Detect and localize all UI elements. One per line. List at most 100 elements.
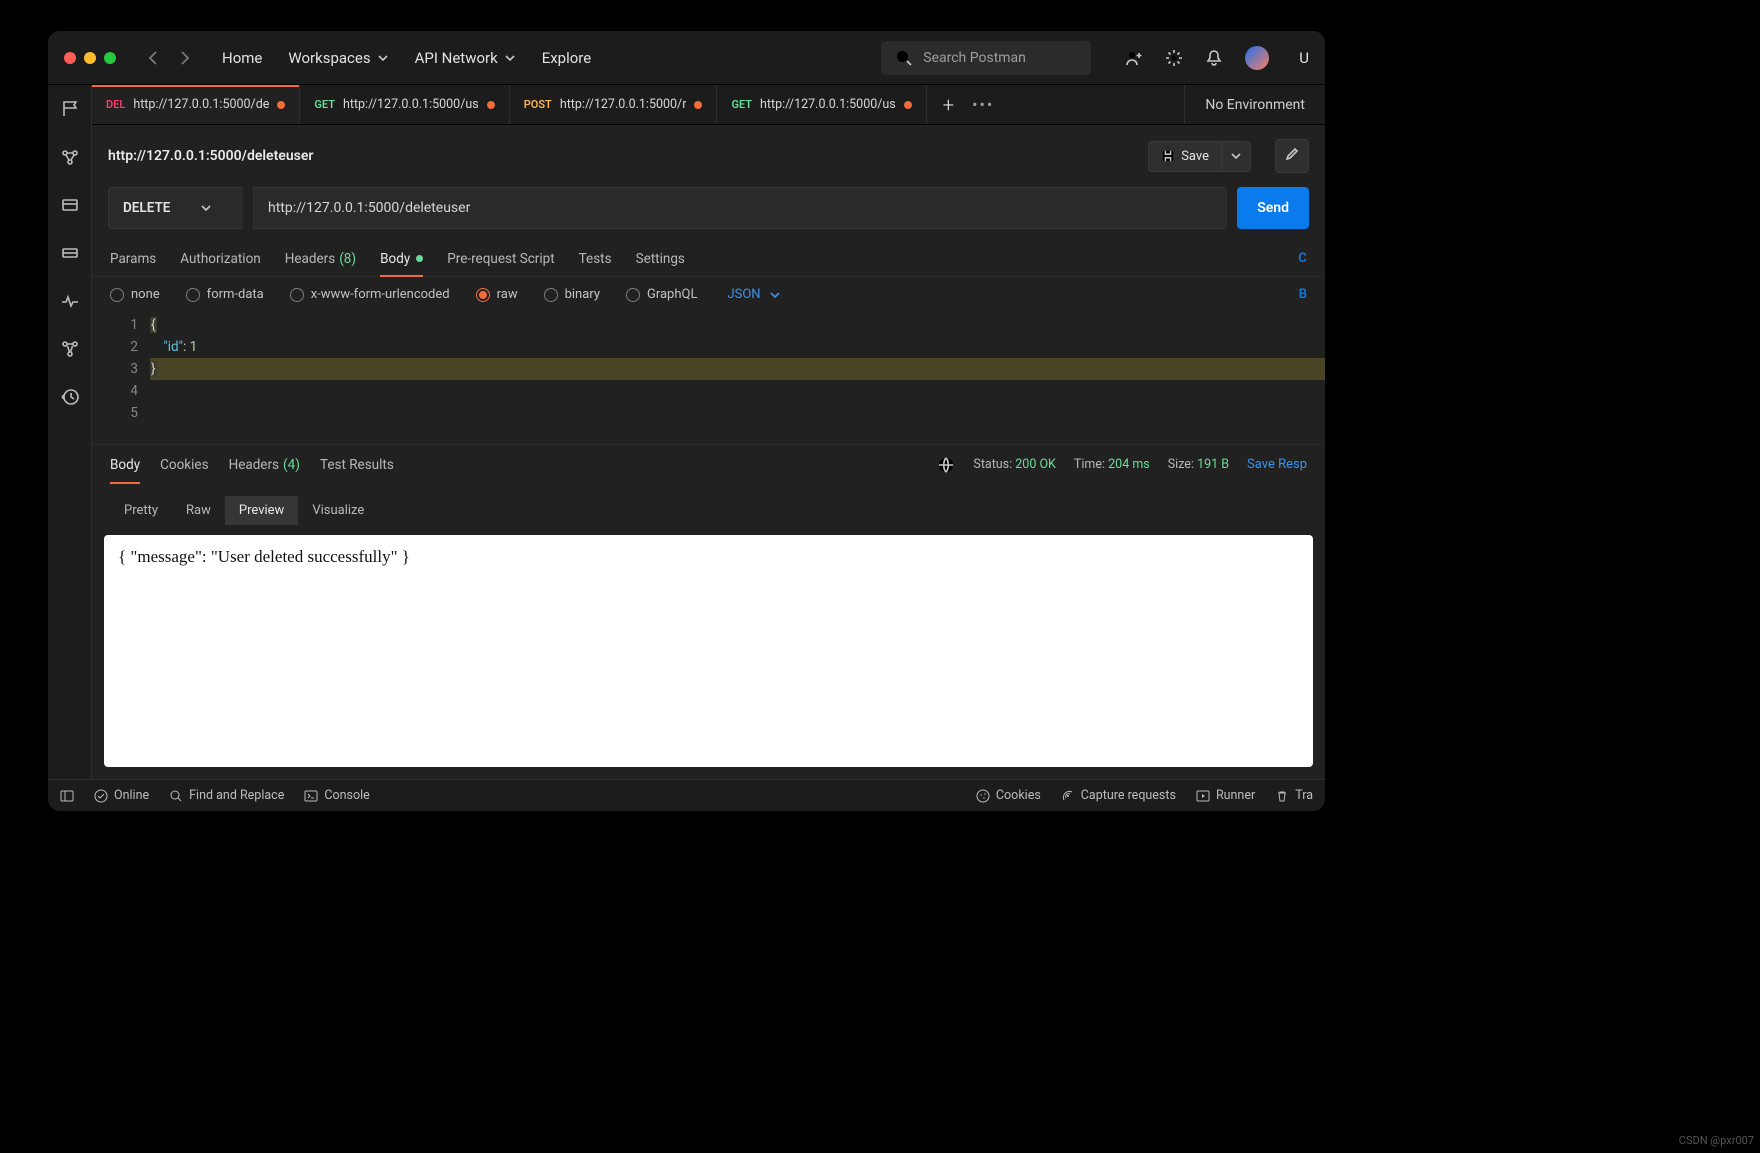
mock-servers-icon[interactable]: [60, 243, 80, 263]
close-window-icon[interactable]: [64, 52, 76, 64]
globe-icon[interactable]: [937, 456, 955, 474]
body-type-urlencoded[interactable]: x-www-form-urlencoded: [290, 287, 450, 302]
trash-icon: [1275, 789, 1289, 803]
request-tabs: DEL http://127.0.0.1:5000/de GET http://…: [92, 85, 1325, 125]
search-placeholder: Search Postman: [923, 50, 1026, 66]
minimize-window-icon[interactable]: [84, 52, 96, 64]
titlebar-right: U: [1125, 46, 1309, 70]
beautify-link[interactable]: B: [1299, 287, 1307, 302]
body-content-type[interactable]: JSON: [727, 287, 780, 302]
search-input[interactable]: Search Postman: [881, 41, 1091, 75]
notifications-icon[interactable]: [1205, 49, 1223, 67]
back-icon[interactable]: [146, 50, 162, 66]
history-icon[interactable]: [60, 387, 80, 407]
menu-workspaces[interactable]: Workspaces: [288, 49, 388, 67]
apis-icon[interactable]: [60, 147, 80, 167]
subtab-headers[interactable]: Headers (8): [285, 241, 356, 276]
nav-arrows: [146, 50, 192, 66]
status-cookies[interactable]: Cookies: [976, 788, 1041, 803]
environment-selector[interactable]: No Environment: [1184, 85, 1325, 124]
body-type-binary[interactable]: binary: [544, 287, 600, 302]
view-raw[interactable]: Raw: [172, 496, 225, 525]
flows-icon[interactable]: [60, 339, 80, 359]
body-type-none[interactable]: none: [110, 287, 160, 302]
subtab-prerequest[interactable]: Pre-request Script: [447, 241, 554, 276]
invite-icon[interactable]: [1125, 49, 1143, 67]
menu-api-network[interactable]: API Network: [415, 49, 516, 67]
resp-tab-testresults[interactable]: Test Results: [320, 445, 394, 484]
status-console[interactable]: Console: [304, 788, 369, 803]
play-icon: [1196, 789, 1210, 803]
collections-icon[interactable]: [60, 99, 80, 119]
status-trash[interactable]: Tra: [1275, 788, 1313, 803]
resp-tab-headers[interactable]: Headers (4): [229, 445, 300, 484]
check-circle-icon: [94, 789, 108, 803]
titlebar: Home Workspaces API Network Explore Sear…: [48, 31, 1325, 85]
cookies-link[interactable]: C: [1298, 251, 1307, 266]
editor-code[interactable]: { "id": 1 }: [150, 310, 1325, 444]
forward-icon[interactable]: [176, 50, 192, 66]
postman-window: Home Workspaces API Network Explore Sear…: [48, 31, 1325, 811]
save-button[interactable]: Save: [1148, 141, 1222, 172]
size-label: Size: 191 B: [1168, 457, 1229, 472]
avatar[interactable]: [1245, 46, 1269, 70]
status-runner[interactable]: Runner: [1196, 788, 1255, 803]
send-button[interactable]: Send: [1237, 187, 1309, 229]
unsaved-dot-icon: [487, 101, 495, 109]
menu-home[interactable]: Home: [222, 49, 262, 67]
sidebar-toggle[interactable]: [60, 789, 74, 803]
body-indicator-icon: [416, 255, 423, 262]
tab-method: DEL: [106, 98, 125, 111]
subtab-body[interactable]: Body: [380, 241, 423, 276]
settings-icon[interactable]: [1165, 49, 1183, 67]
response-preview: { "message": "User deleted successfully"…: [104, 535, 1313, 767]
save-dropdown[interactable]: [1222, 141, 1251, 172]
chevron-down-icon: [377, 52, 389, 64]
save-response-button[interactable]: Save Resp: [1247, 457, 1307, 472]
view-pretty[interactable]: Pretty: [110, 496, 172, 525]
share-button[interactable]: [1275, 139, 1309, 173]
body-type-raw[interactable]: raw: [476, 287, 518, 302]
subtab-authorization[interactable]: Authorization: [180, 241, 260, 276]
status-label: Status: 200 OK: [973, 457, 1056, 472]
watermark: CSDN @pxr007: [1679, 1134, 1754, 1147]
subtab-settings[interactable]: Settings: [636, 241, 685, 276]
menu-explore[interactable]: Explore: [542, 49, 592, 67]
search-icon: [895, 49, 913, 67]
new-tab-button[interactable]: +: [943, 93, 954, 117]
method-selector[interactable]: DELETE: [108, 187, 243, 229]
body-type-row: none form-data x-www-form-urlencoded raw…: [92, 277, 1325, 310]
subtab-tests[interactable]: Tests: [579, 241, 612, 276]
resp-tab-cookies[interactable]: Cookies: [160, 445, 208, 484]
chevron-down-icon: [200, 202, 212, 214]
tab-3[interactable]: POST http://127.0.0.1:5000/r: [510, 85, 718, 124]
tab-2[interactable]: GET http://127.0.0.1:5000/us: [300, 85, 509, 124]
view-visualize[interactable]: Visualize: [298, 496, 378, 525]
maximize-window-icon[interactable]: [104, 52, 116, 64]
view-preview[interactable]: Preview: [225, 496, 298, 525]
tab-1[interactable]: DEL http://127.0.0.1:5000/de: [92, 85, 300, 124]
environments-icon[interactable]: [60, 195, 80, 215]
status-find-replace[interactable]: Find and Replace: [169, 788, 284, 803]
status-online[interactable]: Online: [94, 788, 149, 803]
body-type-formdata[interactable]: form-data: [186, 287, 264, 302]
time-label: Time: 204 ms: [1074, 457, 1150, 472]
body-type-graphql[interactable]: GraphQL: [626, 287, 697, 302]
pencil-icon: [1284, 146, 1300, 162]
save-icon: [1161, 149, 1175, 163]
tab-4[interactable]: GET http://127.0.0.1:5000/us: [717, 85, 926, 124]
resp-tab-body[interactable]: Body: [110, 445, 140, 484]
url-row: DELETE http://127.0.0.1:5000/deleteuser …: [92, 187, 1325, 241]
response-view-toggle: Pretty Raw Preview Visualize: [92, 484, 1325, 535]
subtab-params[interactable]: Params: [110, 241, 156, 276]
unsaved-dot-icon: [277, 101, 285, 109]
url-input[interactable]: http://127.0.0.1:5000/deleteuser: [253, 187, 1227, 229]
request-subtabs: Params Authorization Headers (8) Body Pr…: [92, 241, 1325, 277]
tab-label: http://127.0.0.1:5000/us: [760, 97, 896, 112]
monitors-icon[interactable]: [60, 291, 80, 311]
status-capture[interactable]: Capture requests: [1061, 788, 1176, 803]
body-editor[interactable]: 12345 { "id": 1 }: [92, 310, 1325, 444]
tabs-more-icon[interactable]: •••: [972, 95, 994, 114]
tab-method: GET: [731, 98, 752, 111]
user-initial[interactable]: U: [1299, 49, 1309, 67]
